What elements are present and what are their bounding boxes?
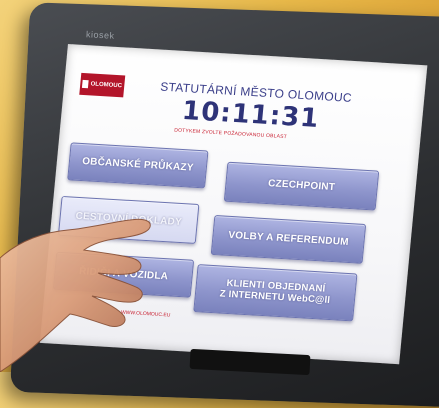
travel-documents-label: CESTOVNÍ DOKLADY xyxy=(75,211,183,229)
footer-web-link[interactable]: WWW.OLOMOUC.EU xyxy=(121,310,171,319)
coat-of-arms-icon xyxy=(82,79,89,89)
elections-label: VOLBY A REFERENDUM xyxy=(227,230,350,249)
travel-documents-button[interactable]: CESTOVNÍ DOKLADY xyxy=(57,195,200,244)
internet-clients-button[interactable]: KLIENTI OBJEDNANÍ Z INTERNETU WebC@ll xyxy=(193,264,358,322)
drivers-vehicles-label: ŘIDIČI A VOZIDLA xyxy=(78,266,169,283)
kiosk-scene: kiosek OLOMOUC STATUTÁRNÍ MĚSTO OLOMOUC … xyxy=(0,0,439,408)
identity-cards-label: OBČANSKÉ PRŮKAZY xyxy=(81,156,195,174)
logo-text: OLOMOUC xyxy=(90,81,123,90)
czechpoint-button[interactable]: CZECHPOINT xyxy=(223,161,380,211)
kiosk-touch-screen: OLOMOUC STATUTÁRNÍ MĚSTO OLOMOUC 10:11:3… xyxy=(39,44,428,365)
internet-clients-label: KLIENTI OBJEDNANÍ Z INTERNETU WebC@ll xyxy=(219,278,331,307)
kiosk-brand-label: kiosek xyxy=(85,29,115,41)
elections-button[interactable]: VOLBY A REFERENDUM xyxy=(210,214,367,264)
olomouc-logo: OLOMOUC xyxy=(79,72,126,98)
identity-cards-button[interactable]: OBČANSKÉ PRŮKAZY xyxy=(67,142,209,189)
czechpoint-label: CZECHPOINT xyxy=(267,178,336,194)
drivers-vehicles-button[interactable]: ŘIDIČI A VOZIDLA xyxy=(52,251,195,298)
